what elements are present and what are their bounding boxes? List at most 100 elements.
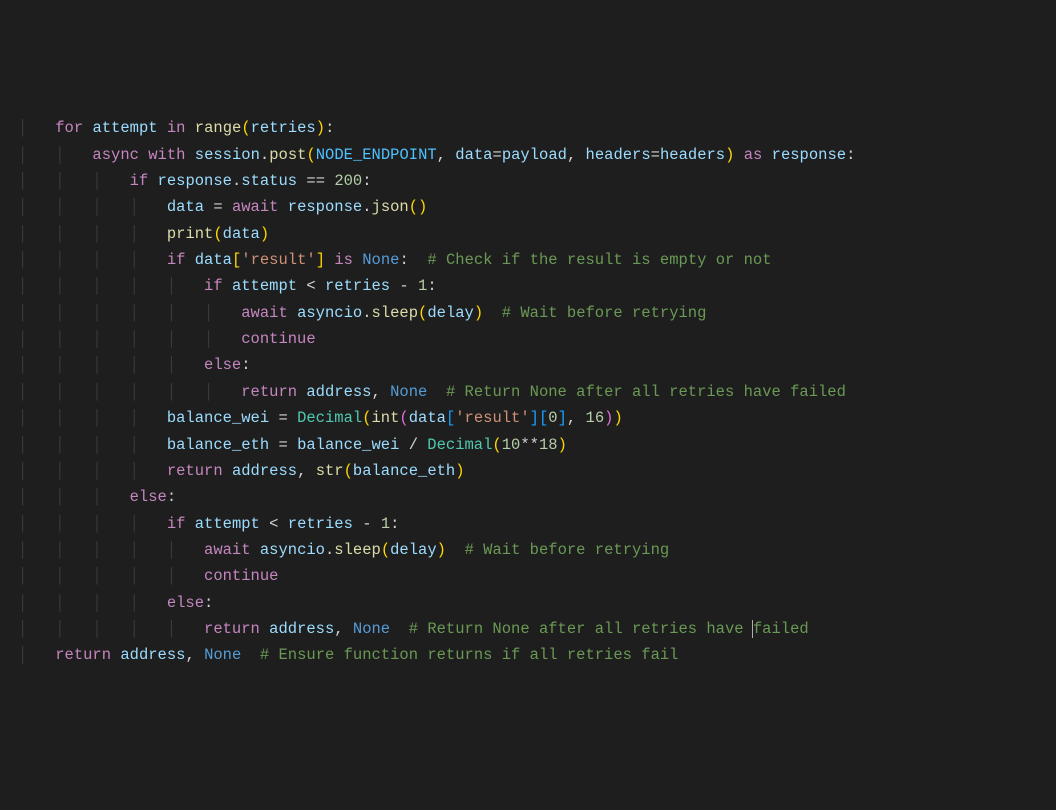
code-line[interactable]: │ │ │ │ │ return address, None # Return …: [18, 616, 1056, 642]
indent-guide: │ │ │ │ │: [18, 356, 204, 374]
token-paren: ): [316, 119, 325, 137]
token-op: =: [493, 146, 502, 164]
code-line[interactable]: │ │ async with session.post(NODE_ENDPOIN…: [18, 142, 1056, 168]
token-kw: else: [130, 488, 167, 506]
token-var: headers: [660, 146, 725, 164]
code-line[interactable]: │ │ │ if response.status == 200:: [18, 168, 1056, 194]
token-op: [446, 541, 465, 559]
token-op: ,: [372, 383, 391, 401]
token-op: :: [167, 488, 176, 506]
token-kw: if: [130, 172, 149, 190]
token-paren: ): [260, 225, 269, 243]
code-editor[interactable]: │ for attempt in range(retries):│ │ asyn…: [0, 115, 1056, 668]
token-op: [278, 198, 287, 216]
code-line[interactable]: │ │ │ else:: [18, 484, 1056, 510]
indent-guide: │ │ │ │: [18, 409, 167, 427]
token-var: status: [241, 172, 297, 190]
token-op: [260, 620, 269, 638]
code-line[interactable]: │ │ │ │ balance_wei = Decimal(int(data['…: [18, 405, 1056, 431]
token-op: [158, 119, 167, 137]
token-cmt: # Wait before retrying: [502, 304, 707, 322]
token-var: address: [232, 462, 297, 480]
token-op: [251, 541, 260, 559]
token-paren: (: [344, 462, 353, 480]
token-kw: else: [167, 594, 204, 612]
code-line[interactable]: │ │ │ │ │ │ await asyncio.sleep(delay) #…: [18, 300, 1056, 326]
token-op: -: [390, 277, 418, 295]
token-num: 1: [381, 515, 390, 533]
token-op: [111, 646, 120, 664]
code-line[interactable]: │ │ │ │ data = await response.json(): [18, 194, 1056, 220]
token-var: balance_wei: [297, 436, 399, 454]
token-kw: in: [167, 119, 186, 137]
token-fn: range: [195, 119, 242, 137]
indent-guide: │ │ │ │ │: [18, 541, 204, 559]
token-none: None: [204, 646, 241, 664]
token-num: 18: [539, 436, 558, 454]
token-paren: ): [613, 409, 622, 427]
token-op: ,: [297, 462, 316, 480]
token-kw: continue: [204, 567, 278, 585]
indent-guide: │ │ │ │ │ │: [18, 330, 241, 348]
token-paren: (: [492, 436, 501, 454]
code-line[interactable]: │ │ │ │ print(data): [18, 221, 1056, 247]
token-op: [223, 462, 232, 480]
token-op: :: [362, 172, 371, 190]
indent-guide: │ │ │ │ │ │: [18, 304, 241, 322]
token-kw: if: [167, 251, 186, 269]
token-paren: ): [474, 304, 483, 322]
token-fn: int: [372, 409, 400, 427]
token-var: retries: [251, 119, 316, 137]
token-str: 'result': [241, 251, 315, 269]
token-op: [427, 383, 446, 401]
token-paren: (: [241, 119, 250, 137]
token-op: ==: [297, 172, 334, 190]
token-paren3: [: [446, 409, 455, 427]
code-line[interactable]: │ │ │ │ │ await asyncio.sleep(delay) # W…: [18, 537, 1056, 563]
code-line[interactable]: │ for attempt in range(retries):: [18, 115, 1056, 141]
token-op: [241, 646, 260, 664]
token-op: [288, 304, 297, 322]
token-fn: str: [316, 462, 344, 480]
token-op: ,: [185, 646, 204, 664]
token-var: data: [195, 251, 232, 269]
token-op: .: [232, 172, 241, 190]
token-num: 200: [334, 172, 362, 190]
token-kw: for: [55, 119, 83, 137]
token-var: delay: [427, 304, 474, 322]
token-op: :: [427, 277, 436, 295]
token-paren3: ]: [530, 409, 539, 427]
indent-guide: │ │ │ │ │: [18, 277, 204, 295]
code-line[interactable]: │ │ │ │ balance_eth = balance_wei / Deci…: [18, 432, 1056, 458]
token-op: ,: [334, 620, 353, 638]
code-line[interactable]: │ │ │ │ return address, str(balance_eth): [18, 458, 1056, 484]
token-kw: return: [204, 620, 260, 638]
token-op: [185, 146, 194, 164]
token-op: [185, 251, 194, 269]
token-var: asyncio: [260, 541, 325, 559]
code-line[interactable]: │ return address, None # Ensure function…: [18, 642, 1056, 668]
token-op: **: [520, 436, 539, 454]
token-var: payload: [502, 146, 567, 164]
token-var: session: [195, 146, 260, 164]
code-line[interactable]: │ │ │ │ if attempt < retries - 1:: [18, 511, 1056, 537]
code-line[interactable]: │ │ │ │ if data['result'] is None: # Che…: [18, 247, 1056, 273]
token-op: [185, 119, 194, 137]
token-kw: as: [744, 146, 763, 164]
token-kw: await: [232, 198, 279, 216]
token-op: :: [399, 251, 427, 269]
token-paren2: (: [399, 409, 408, 427]
code-line[interactable]: │ │ │ │ │ │ continue: [18, 326, 1056, 352]
code-line[interactable]: │ │ │ │ else:: [18, 590, 1056, 616]
token-var: balance_eth: [167, 436, 269, 454]
token-cmt: # Return None after all retries have: [409, 620, 753, 638]
code-line[interactable]: │ │ │ │ │ else:: [18, 352, 1056, 378]
token-num: 0: [548, 409, 557, 427]
token-op: =: [269, 409, 297, 427]
token-cmt: failed: [753, 620, 809, 638]
code-line[interactable]: │ │ │ │ │ continue: [18, 563, 1056, 589]
token-op: .: [362, 304, 371, 322]
code-line[interactable]: │ │ │ │ │ if attempt < retries - 1:: [18, 273, 1056, 299]
code-line[interactable]: │ │ │ │ │ │ return address, None # Retur…: [18, 379, 1056, 405]
token-var: attempt: [92, 119, 157, 137]
